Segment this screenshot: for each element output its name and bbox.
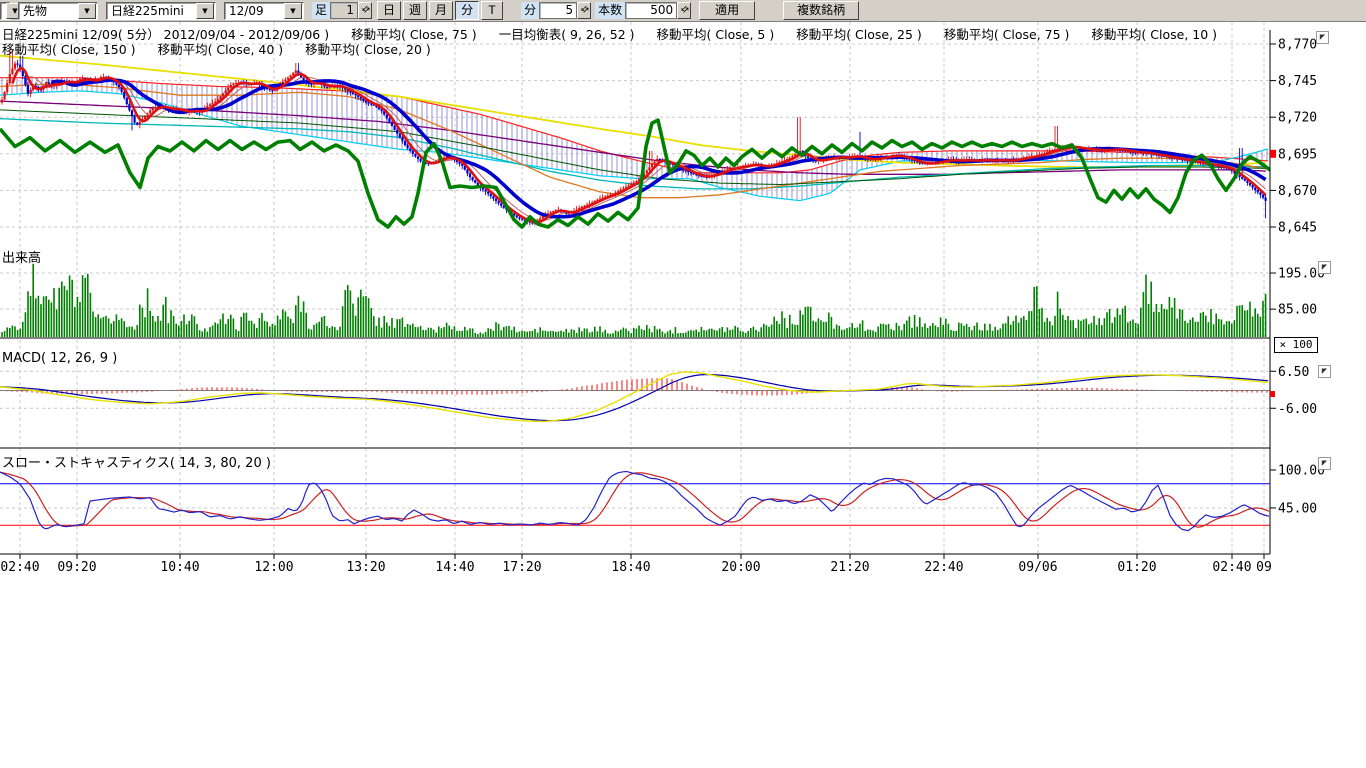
indicator-header-item: 移動平均( Close, 150 ) xyxy=(2,42,136,57)
indicator-header-item: 移動平均( Close, 25 ) xyxy=(796,27,922,42)
bar-type-label: 足 xyxy=(312,2,330,19)
bar-count-label: 本数 xyxy=(595,2,625,19)
svg-text:20:00: 20:00 xyxy=(721,560,760,575)
svg-text:8,670: 8,670 xyxy=(1278,184,1317,199)
svg-text:10:40: 10:40 xyxy=(160,560,199,575)
period-button-日[interactable]: 日 xyxy=(377,1,401,20)
svg-text:18:40: 18:40 xyxy=(611,560,650,575)
stoch-panel-label: スロー・ストキャスティクス( 14, 3, 80, 20 ) xyxy=(2,452,271,471)
multi-symbol-button[interactable]: 複数銘柄 xyxy=(783,1,859,20)
svg-text:8,645: 8,645 xyxy=(1278,221,1317,236)
svg-text:12:00: 12:00 xyxy=(254,560,293,575)
indicator-header-item: 移動平均( Close, 75 ) xyxy=(944,27,1070,42)
svg-text:14:40: 14:40 xyxy=(435,560,474,575)
indicator-header-line2: 移動平均( Close, 150 ) 移動平均( Close, 40 ) 移動平均(… xyxy=(2,39,453,58)
indicator-header-item: 移動平均( Close, 5 ) xyxy=(657,27,775,42)
svg-text:8,745: 8,745 xyxy=(1278,74,1317,89)
volume-multiplier-badge: × 100 xyxy=(1274,337,1318,353)
bar-count-field[interactable]: 500 xyxy=(625,2,677,19)
svg-text:22:40: 22:40 xyxy=(924,560,963,575)
period-button-分[interactable]: 分 xyxy=(455,1,479,20)
minute-value-field[interactable]: 5 xyxy=(539,2,577,19)
indicator-header-item: 移動平均( Close, 40 ) xyxy=(158,42,284,57)
bar-interval-field[interactable]: 1 xyxy=(330,2,358,19)
panel-resize-cursor[interactable]: ◤ xyxy=(1318,365,1331,378)
volume-bars xyxy=(1,264,1266,337)
indicator-header-item: 一目均衡表( 9, 26, 52 ) xyxy=(499,27,635,42)
symbol-type-combo-stub[interactable]: ▼ xyxy=(0,2,10,20)
toolbar: ▼ 先物 ▼ 日経225mini ▼ 12/09 ▼ 足 1 ⇵ 日週月分T 分… xyxy=(0,0,1366,22)
period-button-週[interactable]: 週 xyxy=(403,1,427,20)
volume-panel-label: 出来高 xyxy=(2,247,41,266)
svg-text:02:40: 02:40 xyxy=(1212,560,1251,575)
contract-month-combo-value: 12/09 xyxy=(229,4,283,18)
market-combo[interactable]: 先物 ▼ xyxy=(18,2,98,20)
svg-text:8,770: 8,770 xyxy=(1278,38,1317,53)
panel-resize-cursor[interactable]: ◤ xyxy=(1318,261,1331,274)
macd-panel-series xyxy=(0,372,1270,422)
spinner-icon[interactable]: ⇵ xyxy=(577,2,591,19)
svg-text:6.50: 6.50 xyxy=(1278,365,1309,380)
period-button-月[interactable]: 月 xyxy=(429,1,453,20)
panel-resize-cursor[interactable]: ◤ xyxy=(1316,31,1329,44)
period-button-T[interactable]: T xyxy=(481,1,503,20)
period-button-group: 日週月分T xyxy=(377,1,503,20)
green-indicator-line xyxy=(0,120,1272,227)
apply-button[interactable]: 適用 xyxy=(699,1,755,20)
spinner-icon[interactable]: ⇵ xyxy=(677,2,691,19)
svg-text:13:20: 13:20 xyxy=(346,560,385,575)
candlesticks xyxy=(1,50,1267,226)
symbol-combo[interactable]: 日経225mini ▼ xyxy=(106,2,216,20)
svg-text:8,695: 8,695 xyxy=(1278,147,1317,162)
svg-text:-6.00: -6.00 xyxy=(1278,402,1317,417)
svg-text:09/06: 09/06 xyxy=(1018,560,1057,575)
chevron-down-icon[interactable]: ▼ xyxy=(284,3,302,19)
svg-text:85.00: 85.00 xyxy=(1278,303,1317,318)
svg-text:8,720: 8,720 xyxy=(1278,111,1317,126)
svg-text:09:20: 09:20 xyxy=(57,560,96,575)
svg-text:45.00: 45.00 xyxy=(1278,501,1317,516)
stochastics-series xyxy=(0,472,1270,531)
indicator-header-item: 移動平均( Close, 10 ) xyxy=(1091,27,1217,42)
symbol-combo-value: 日経225mini xyxy=(111,2,195,19)
svg-text:17:20: 17:20 xyxy=(502,560,541,575)
svg-text:21:20: 21:20 xyxy=(830,560,869,575)
market-combo-value: 先物 xyxy=(23,2,77,19)
svg-text:01:20: 01:20 xyxy=(1117,560,1156,575)
chevron-down-icon[interactable]: ▼ xyxy=(196,3,214,19)
spinner-icon[interactable]: ⇵ xyxy=(358,2,372,19)
panel-resize-cursor[interactable]: ◤ xyxy=(1318,457,1331,470)
ma-lines-thin xyxy=(0,56,1266,198)
indicator-header-item: 移動平均( Close, 20 ) xyxy=(305,42,431,57)
chevron-down-icon[interactable]: ▼ xyxy=(78,3,96,19)
macd-panel-label: MACD( 12, 26, 9 ) xyxy=(2,351,117,366)
svg-text:02:40: 02:40 xyxy=(0,560,39,575)
chart-canvas[interactable]: 8,7708,7458,7208,6958,6708,645195.0085.0… xyxy=(0,22,1366,580)
svg-text:09: 09 xyxy=(1256,560,1272,575)
contract-month-combo[interactable]: 12/09 ▼ xyxy=(224,2,304,20)
minute-label: 分 xyxy=(521,2,539,19)
